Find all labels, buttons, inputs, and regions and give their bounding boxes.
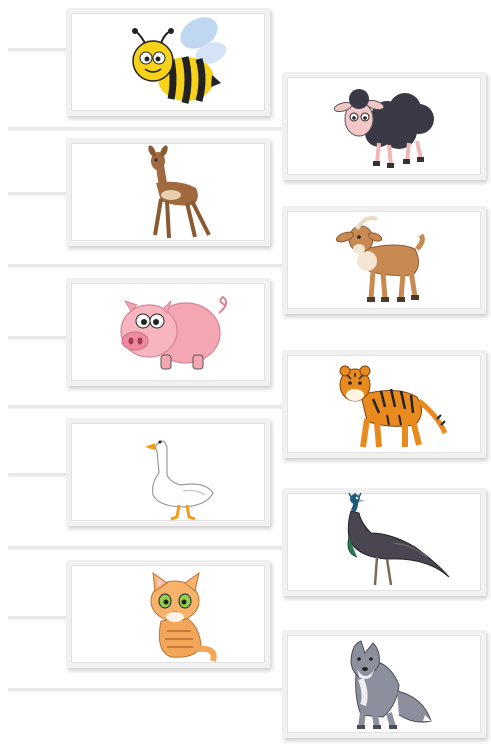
tiger-icon [339,365,448,448]
guide-line [8,127,284,130]
peacock-icon [347,493,450,586]
guide-line [8,688,284,691]
card-sheep[interactable] [282,72,486,180]
guide-line [8,473,68,476]
guide-line [8,192,68,195]
guide-line [8,336,68,339]
card-pig[interactable] [66,278,270,386]
card-deer[interactable] [66,138,270,246]
guide-line [8,48,68,51]
guide-line [8,546,284,549]
guide-line [8,616,68,619]
kitten-icon [150,571,217,662]
pig-icon [120,295,228,370]
guide-line [8,264,284,267]
card-goat[interactable] [282,206,486,314]
card-wolf[interactable] [282,630,486,738]
bee-icon [132,17,227,104]
card-tiger[interactable] [282,350,486,458]
card-kitten[interactable] [66,560,270,668]
goose-icon [145,440,214,521]
deer-icon [148,145,211,239]
sheep-icon [333,89,434,168]
card-goose[interactable] [66,418,270,526]
guide-line [8,405,284,408]
card-bee[interactable] [66,8,270,116]
card-peacock[interactable] [282,488,486,596]
goat-icon [335,216,425,302]
wolf-icon [350,640,432,729]
